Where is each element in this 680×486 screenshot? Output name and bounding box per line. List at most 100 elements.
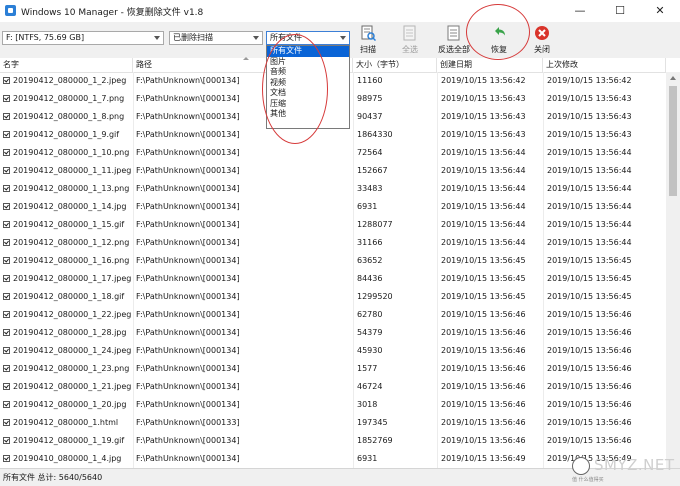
row-checkbox[interactable] xyxy=(3,77,10,84)
chevron-down-icon xyxy=(154,36,160,40)
dropdown-option-other[interactable]: 其他 xyxy=(267,109,349,120)
restore-button[interactable]: 恢复 xyxy=(479,24,519,56)
table-row[interactable]: 20190412_080000_1.html F:\PathUnknown\[00… xyxy=(0,414,680,432)
table-row[interactable]: 20190412_080000_1_13.png F:\PathUnknown\[… xyxy=(0,180,680,198)
cell-modified: 2019/10/15 13:56:44 xyxy=(547,184,632,193)
cell-path: F:\PathUnknown\[000134] xyxy=(136,292,240,301)
row-checkbox[interactable] xyxy=(3,167,10,174)
row-checkbox[interactable] xyxy=(3,347,10,354)
cell-name: 20190412_080000_1_7.png xyxy=(13,94,125,103)
scroll-up-icon[interactable] xyxy=(670,76,676,80)
cell-modified: 2019/10/15 13:56:46 xyxy=(547,436,632,445)
close-icon xyxy=(535,26,549,40)
scrollbar-thumb[interactable] xyxy=(669,86,677,196)
cell-size: 33483 xyxy=(357,184,383,193)
table-row[interactable]: 20190412_080000_1_16.png F:\PathUnknown\[… xyxy=(0,252,680,270)
cell-path: F:\PathUnknown\[000134] xyxy=(136,256,240,265)
cell-name: 20190412_080000_1_22.jpeg xyxy=(13,310,131,319)
row-checkbox[interactable] xyxy=(3,365,10,372)
table-row[interactable]: 20190412_080000_1_18.gif F:\PathUnknown\[… xyxy=(0,288,680,306)
table-row[interactable]: 20190412_080000_1_23.png F:\PathUnknown\[… xyxy=(0,360,680,378)
minimize-button[interactable]: — xyxy=(560,0,600,22)
column-header-created[interactable]: 创建日期 xyxy=(437,58,543,72)
row-checkbox[interactable] xyxy=(3,383,10,390)
cell-name: 20190410_080000_1_4.jpg xyxy=(13,454,122,463)
window-close-button[interactable]: ✕ xyxy=(640,0,680,22)
dropdown-option-video[interactable]: 视频 xyxy=(267,78,349,89)
column-header-name[interactable]: 名字 xyxy=(0,58,133,72)
cell-created: 2019/10/15 13:56:42 xyxy=(441,76,526,85)
table-row[interactable]: 20190412_080000_1_14.jpg F:\PathUnknown\[… xyxy=(0,198,680,216)
cell-path: F:\PathUnknown\[000134] xyxy=(136,436,240,445)
row-checkbox[interactable] xyxy=(3,329,10,336)
restore-icon xyxy=(495,27,505,36)
cell-size: 62780 xyxy=(357,310,383,319)
row-checkbox[interactable] xyxy=(3,275,10,282)
row-checkbox[interactable] xyxy=(3,149,10,156)
row-checkbox[interactable] xyxy=(3,113,10,120)
cell-name: 20190412_080000_1_20.jpg xyxy=(13,400,127,409)
invert-selection-icon xyxy=(447,25,460,41)
row-checkbox[interactable] xyxy=(3,419,10,426)
cell-size: 1852769 xyxy=(357,436,393,445)
row-checkbox[interactable] xyxy=(3,131,10,138)
row-checkbox[interactable] xyxy=(3,401,10,408)
row-checkbox[interactable] xyxy=(3,293,10,300)
row-checkbox[interactable] xyxy=(3,437,10,444)
cell-path: F:\PathUnknown\[000134] xyxy=(136,274,240,283)
cell-modified: 2019/10/15 13:56:46 xyxy=(547,328,632,337)
cell-created: 2019/10/15 13:56:45 xyxy=(441,256,526,265)
cell-modified: 2019/10/15 13:56:45 xyxy=(547,292,632,301)
row-checkbox[interactable] xyxy=(3,239,10,246)
file-type-select[interactable]: 所有文件 xyxy=(266,31,350,45)
column-header-modified[interactable]: 上次修改 xyxy=(543,58,666,72)
status-text: 所有文件 总计: 5640/5640 xyxy=(3,473,103,482)
invert-selection-button[interactable]: 反选全部 xyxy=(434,24,474,56)
drive-select[interactable]: F: [NTFS, 75.69 GB] xyxy=(2,31,164,45)
table-row[interactable]: 20190412_080000_1_28.jpg F:\PathUnknown\[… xyxy=(0,324,680,342)
table-row[interactable]: 20190412_080000_1_22.jpeg F:\PathUnknown\… xyxy=(0,306,680,324)
table-row[interactable]: 20190412_080000_1_19.gif F:\PathUnknown\[… xyxy=(0,432,680,450)
cell-size: 63652 xyxy=(357,256,383,265)
table-row[interactable]: 20190412_080000_1_11.jpeg F:\PathUnknown\… xyxy=(0,162,680,180)
cell-path: F:\PathUnknown\[000134] xyxy=(136,310,240,319)
scan-button[interactable]: 扫描 xyxy=(348,24,388,56)
dropdown-option-all[interactable]: 所有文件 xyxy=(267,46,349,57)
table-row[interactable]: 20190412_080000_1_24.jpeg F:\PathUnknown\… xyxy=(0,342,680,360)
row-checkbox[interactable] xyxy=(3,221,10,228)
invert-selection-button-label: 反选全部 xyxy=(438,45,470,54)
table-row[interactable]: 20190412_080000_1_12.png F:\PathUnknown\[… xyxy=(0,234,680,252)
row-checkbox[interactable] xyxy=(3,311,10,318)
vertical-scrollbar[interactable] xyxy=(666,72,680,468)
close-tool-button[interactable]: 关闭 xyxy=(522,24,562,56)
cell-path: F:\PathUnknown\[000134] xyxy=(136,166,240,175)
cell-path: F:\PathUnknown\[000134] xyxy=(136,364,240,373)
table-row[interactable]: 20190412_080000_1_17.jpeg F:\PathUnknown\… xyxy=(0,270,680,288)
dropdown-option-audio[interactable]: 音频 xyxy=(267,67,349,78)
column-header-size[interactable]: 大小（字节） xyxy=(353,58,437,72)
dropdown-option-archives[interactable]: 压缩 xyxy=(267,99,349,110)
row-checkbox[interactable] xyxy=(3,257,10,264)
table-row[interactable]: 20190412_080000_1_10.png F:\PathUnknown\[… xyxy=(0,144,680,162)
cell-created: 2019/10/15 13:56:44 xyxy=(441,220,526,229)
watermark: SMYZ.NET 值 什么值得买 xyxy=(568,452,680,483)
window-title: Windows 10 Manager - 恢复删除文件 v1.8 xyxy=(21,8,204,18)
cell-created: 2019/10/15 13:56:44 xyxy=(441,238,526,247)
row-checkbox[interactable] xyxy=(3,203,10,210)
table-row[interactable]: 20190412_080000_1_20.jpg F:\PathUnknown\[… xyxy=(0,396,680,414)
dropdown-option-documents[interactable]: 文档 xyxy=(267,88,349,99)
scan-mode-select[interactable]: 已删除扫描 xyxy=(169,31,263,45)
select-all-button[interactable]: 全选 xyxy=(390,24,430,56)
cell-path: F:\PathUnknown\[000134] xyxy=(136,220,240,229)
cell-path: F:\PathUnknown\[000134] xyxy=(136,328,240,337)
row-checkbox[interactable] xyxy=(3,455,10,462)
row-checkbox[interactable] xyxy=(3,95,10,102)
table-row[interactable]: 20190412_080000_1_21.jpeg F:\PathUnknown\… xyxy=(0,378,680,396)
cell-name: 20190412_080000_1_17.jpeg xyxy=(13,274,131,283)
row-checkbox[interactable] xyxy=(3,185,10,192)
table-row[interactable]: 20190412_080000_1_15.gif F:\PathUnknown\[… xyxy=(0,216,680,234)
dropdown-option-images[interactable]: 图片 xyxy=(267,57,349,68)
cell-name: 20190412_080000_1_24.jpeg xyxy=(13,346,131,355)
maximize-button[interactable]: ☐ xyxy=(600,0,640,22)
watermark-subtext: 值 什么值得买 xyxy=(572,477,604,483)
